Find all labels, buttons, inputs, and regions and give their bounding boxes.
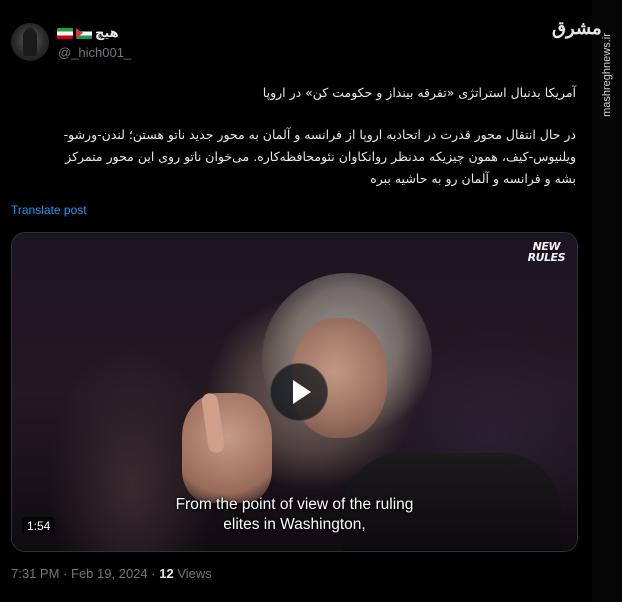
post-date[interactable]: Feb 19, 2024 <box>71 566 148 581</box>
tweet-line: در حال انتقال محور قدرت در اتحادیه اروپا… <box>63 127 576 142</box>
flag-ps-icon <box>76 27 92 39</box>
post-time[interactable]: 7:31 PM <box>11 566 59 581</box>
tweet-line: آمریکا بدنبال استراتژی «تفرقه بینداز و ح… <box>262 85 576 100</box>
channel-logo: NEW RULES <box>527 240 566 264</box>
author-display-name[interactable]: هیچ <box>57 24 119 42</box>
translate-post-link[interactable]: Translate post <box>11 203 87 217</box>
video-figure-hand <box>182 393 272 503</box>
video-duration-badge: 1:54 <box>22 517 56 535</box>
meta-separator: · <box>63 566 68 581</box>
meta-separator: · <box>151 566 156 581</box>
avatar[interactable] <box>11 23 49 61</box>
author-name-text: هیچ <box>95 25 119 41</box>
views-count: 12 <box>159 566 174 581</box>
tweet-line: بشه و فرانسه و آلمان رو به حاشیه ببره <box>370 171 576 186</box>
tweet-card: هیچ @_hich001_ آمریکا بدنبال استراتژی «ت… <box>0 0 592 602</box>
views-label: Views <box>177 566 212 581</box>
tweet-line: ویلنیوس-کیف، همون چیزیکه مدنظر روانکاوان… <box>65 149 576 164</box>
author-handle[interactable]: @_hich001_ <box>58 45 131 60</box>
video-caption: From the point of view of the ruling eli… <box>175 496 414 533</box>
play-icon[interactable] <box>270 363 328 421</box>
video-player[interactable]: NEW RULES From the point of view of the … <box>11 232 578 552</box>
flag-ir-icon <box>57 27 73 39</box>
watermark-url: mashreghnews.ir <box>601 33 613 117</box>
avatar-figure <box>23 30 37 56</box>
watermark-logo: مشرق <box>552 18 602 39</box>
tweet-meta: 7:31 PM · Feb 19, 2024 · 12 Views <box>11 566 212 581</box>
tweet-text: آمریکا بدنبال استراتژی «تفرقه بینداز و ح… <box>8 82 576 190</box>
